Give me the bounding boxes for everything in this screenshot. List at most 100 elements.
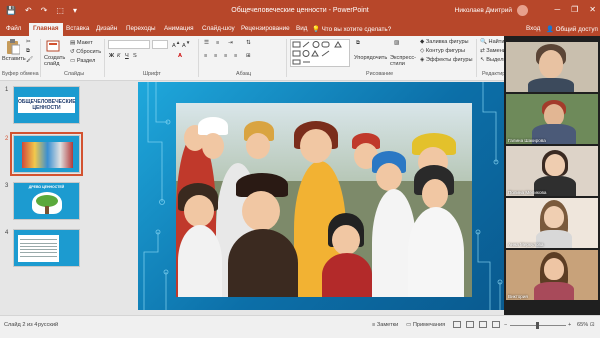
participant-video[interactable]: Галина Шакирова: [506, 94, 598, 144]
video-call-panel: Галина Шакирова Полина Меликова Анна Мер…: [504, 36, 600, 315]
participant-body: [528, 78, 574, 92]
strikethrough-button[interactable]: S: [133, 53, 137, 59]
fit-slide-icon[interactable]: ⊡: [590, 322, 595, 328]
font-family-select[interactable]: [108, 40, 150, 49]
photo-figure: [228, 229, 298, 297]
photo-face: [202, 133, 224, 159]
text-direction-icon[interactable]: ⇅: [246, 40, 251, 46]
normal-view-button[interactable]: [453, 321, 461, 328]
slide-thumbnail-3[interactable]: ДРЕВО ЦЕННОСТЕЙ: [13, 182, 80, 220]
tree-illustration: [32, 192, 62, 214]
arrange-icon[interactable]: ⧉: [356, 40, 360, 47]
comments-button[interactable]: ▭ Примечания: [406, 322, 445, 328]
group-slides-label: Слайды: [64, 71, 85, 77]
copy-icon[interactable]: ⧉: [26, 48, 30, 55]
align-left-icon[interactable]: ≡: [204, 53, 207, 59]
participant-video[interactable]: Виктория: [506, 250, 598, 300]
italic-button[interactable]: К: [117, 53, 120, 59]
ribbon-separator: [198, 39, 199, 77]
ribbon-tabs: Файл Главная Вставка Дизайн Переходы Ани…: [0, 22, 600, 36]
shape-fill-button[interactable]: ◆ Заливка фигуры: [420, 39, 469, 45]
shape-effects-button[interactable]: ◈ Эффекты фигуры: [420, 57, 472, 63]
shapes-gallery[interactable]: [290, 39, 350, 67]
shapes-icon: [292, 41, 342, 65]
signin-link[interactable]: Вход: [526, 25, 540, 32]
reset-button[interactable]: ↺ Сбросить: [70, 49, 101, 55]
zoom-level[interactable]: 65%: [577, 322, 588, 328]
slide-sorter-button[interactable]: [466, 321, 474, 328]
current-slide[interactable]: [138, 82, 508, 310]
section-button[interactable]: ▭ Раздел: [70, 58, 95, 64]
participant-video[interactable]: Анна Меркулова: [506, 198, 598, 248]
zoom-slider-handle[interactable]: [536, 322, 539, 329]
zoom-out-button[interactable]: −: [504, 322, 507, 328]
slides-panel: 1 ОБЩЕЧЕЛОВЕЧЕСКИЕ ЦЕННОСТИ 2 3 ДРЕВО ЦЕ…: [0, 81, 88, 315]
ribbon-separator: [40, 39, 41, 77]
arrange-button[interactable]: Упорядочить: [354, 55, 387, 61]
tab-slideshow[interactable]: Слайд-шоу: [202, 25, 235, 32]
slide-photo[interactable]: [176, 103, 472, 297]
new-slide-icon[interactable]: [46, 40, 60, 54]
bold-button[interactable]: Ж: [109, 53, 114, 59]
ribbon-separator: [104, 39, 105, 77]
align-right-icon[interactable]: ≡: [224, 53, 227, 59]
grow-font-icon[interactable]: A▲: [172, 40, 180, 49]
tab-design[interactable]: Дизайн: [96, 25, 117, 32]
tab-insert[interactable]: Вставка: [66, 25, 89, 32]
shrink-font-icon[interactable]: A▼: [182, 40, 190, 49]
find-button[interactable]: 🔍 Найти: [480, 39, 505, 45]
participant-video[interactable]: Полина Меликова: [506, 146, 598, 196]
slide-thumbnail-2[interactable]: [10, 132, 83, 176]
account-name[interactable]: Николаев Дмитрий: [455, 7, 512, 14]
paste-button-label[interactable]: Вставить: [2, 56, 26, 62]
slide-thumbnail-title: ДРЕВО ЦЕННОСТЕЙ: [28, 185, 65, 189]
tell-me-search[interactable]: 💡 Что вы хотите сделать?: [312, 25, 391, 33]
align-center-icon[interactable]: ≡: [214, 53, 217, 59]
tab-animations[interactable]: Анимация: [164, 25, 194, 32]
layout-button[interactable]: ▤ Макет: [70, 40, 93, 46]
tab-file[interactable]: Файл: [6, 25, 21, 32]
new-slide-label[interactable]: Создать слайд: [44, 55, 68, 67]
quick-styles-icon[interactable]: ▨: [394, 40, 399, 46]
participant-video[interactable]: [506, 42, 598, 92]
tab-review[interactable]: Рецензирование: [241, 25, 290, 32]
paste-icon[interactable]: [6, 39, 20, 55]
numbering-icon[interactable]: ≡: [216, 40, 219, 46]
slide-thumbnail-text: [18, 235, 59, 262]
slide-thumbnail-4[interactable]: [13, 229, 80, 267]
reading-view-button[interactable]: [479, 321, 487, 328]
share-button[interactable]: 👤 Общий доступ: [546, 25, 598, 33]
photo-face: [242, 191, 280, 231]
tab-home[interactable]: Главная: [29, 23, 63, 36]
font-color-icon[interactable]: A: [178, 53, 182, 59]
restore-button[interactable]: ❐: [571, 5, 578, 14]
slide-thumbnail-1[interactable]: ОБЩЕЧЕЛОВЕЧЕСКИЕ ЦЕННОСТИ: [13, 86, 80, 124]
shape-outline-button[interactable]: ◇ Контур фигуры: [420, 48, 465, 54]
participant-body: [534, 282, 574, 300]
font-size-select[interactable]: [152, 40, 168, 49]
cut-icon[interactable]: ✂: [26, 39, 31, 45]
window-controls: ─ ❐ ✕: [554, 5, 596, 14]
slide-thumbnail-photo: [22, 142, 73, 168]
minimize-button[interactable]: ─: [554, 5, 560, 14]
participant-name: Полина Меликова: [508, 190, 547, 195]
format-painter-icon[interactable]: 🖌: [26, 57, 33, 63]
account-avatar[interactable]: [517, 5, 528, 16]
zoom-in-button[interactable]: +: [568, 322, 571, 328]
underline-button[interactable]: Ч: [125, 53, 129, 59]
notes-button[interactable]: ≡ Заметки: [372, 322, 398, 328]
slide-counter: Слайд 2 из 4: [4, 322, 38, 328]
smartart-icon[interactable]: ⊞: [246, 53, 251, 59]
photo-figure: [408, 207, 464, 297]
participant-name: Виктория: [508, 294, 528, 299]
bullets-icon[interactable]: ☰: [204, 40, 209, 46]
indent-icon[interactable]: ⇥: [228, 40, 233, 46]
slideshow-view-button[interactable]: [492, 321, 500, 328]
close-button[interactable]: ✕: [589, 5, 596, 14]
tab-view[interactable]: Вид: [296, 25, 307, 32]
justify-icon[interactable]: ≡: [234, 53, 237, 59]
quick-styles-button[interactable]: Экспресс-стили: [390, 55, 418, 67]
tab-transitions[interactable]: Переходы: [126, 25, 156, 32]
photo-face: [246, 133, 270, 159]
language-indicator[interactable]: русский: [38, 322, 58, 328]
